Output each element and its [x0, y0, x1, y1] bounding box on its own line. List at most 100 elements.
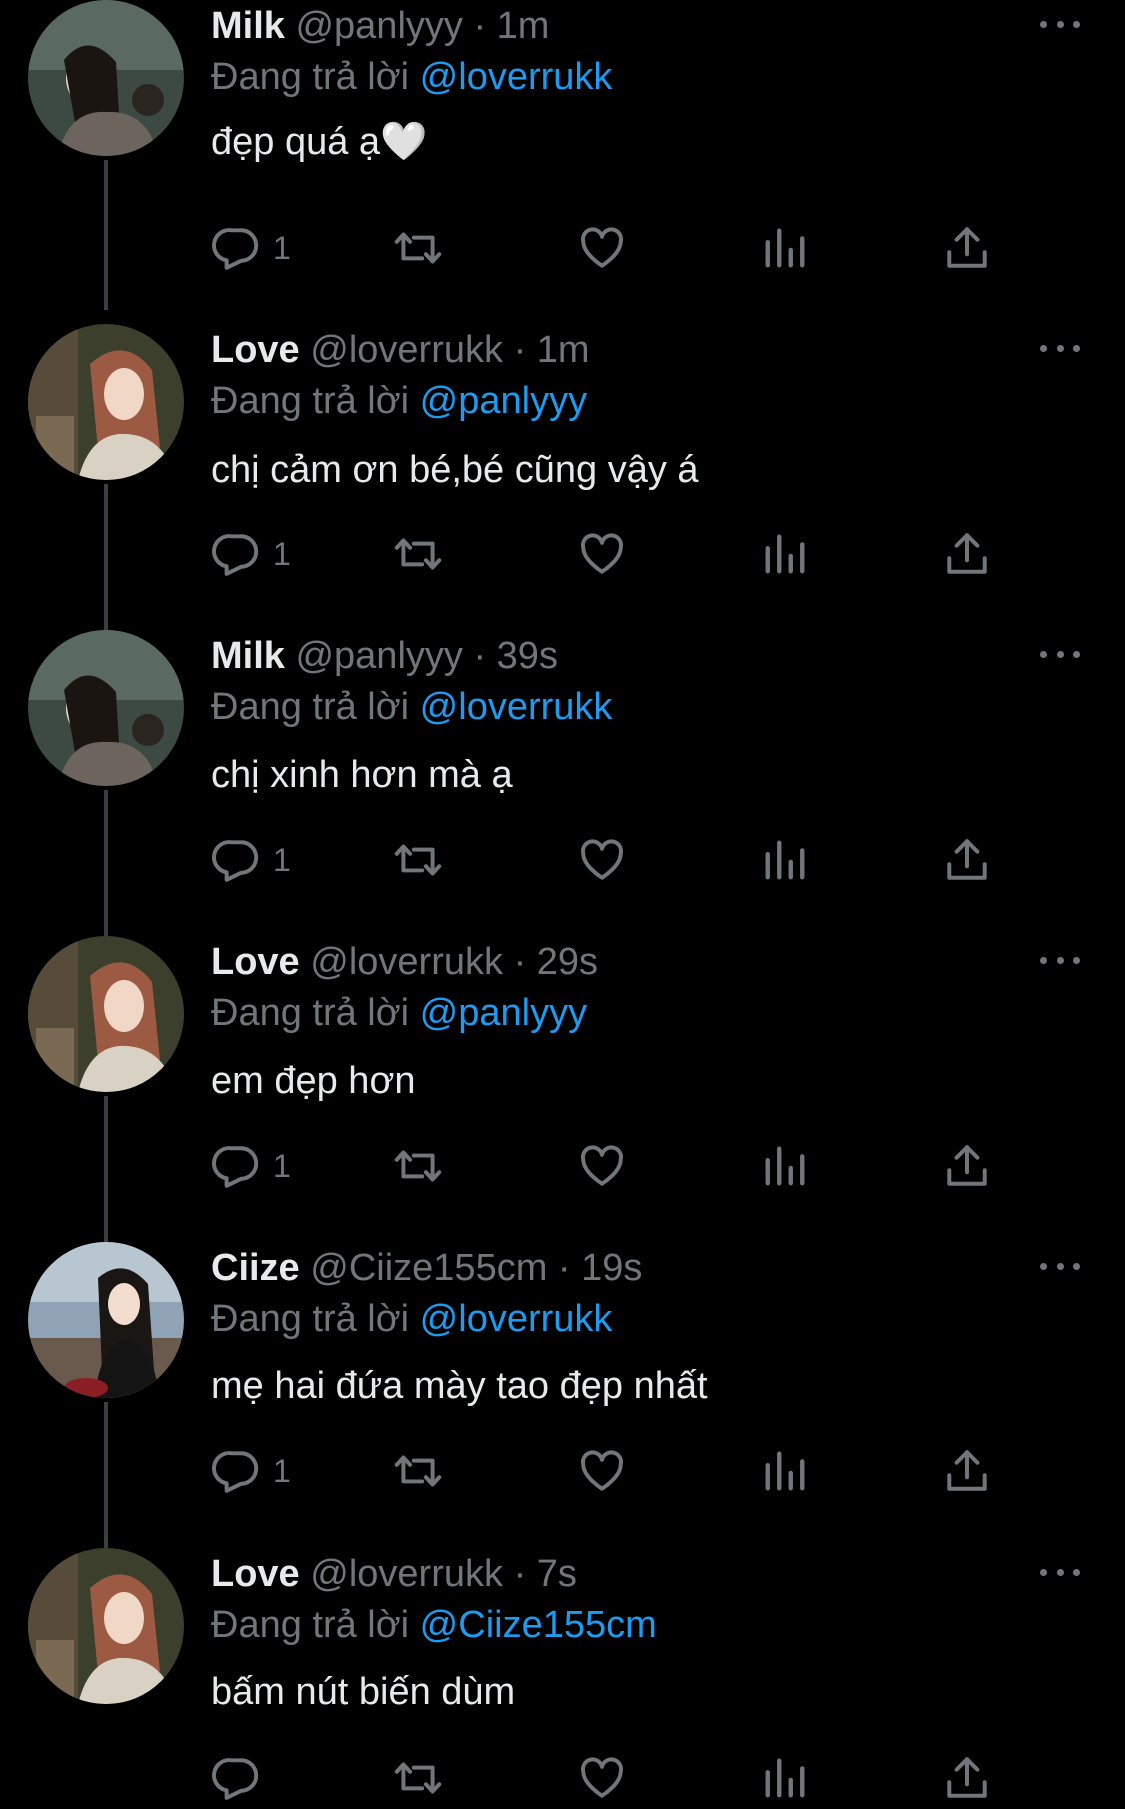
more-icon[interactable] [1040, 1256, 1080, 1276]
views-button[interactable] [762, 830, 808, 890]
retweet-button[interactable] [392, 1136, 444, 1196]
like-button[interactable] [577, 1136, 627, 1196]
display-name[interactable]: Love [211, 1553, 300, 1595]
separator-dot: · [513, 1553, 527, 1595]
like-button[interactable] [577, 524, 627, 584]
tweet-header: Love @loverrukk · 29s [211, 938, 598, 986]
reply-button[interactable]: 1 [211, 1441, 291, 1501]
heart-icon [581, 227, 623, 268]
more-icon[interactable] [1040, 14, 1080, 34]
views-icon [765, 1146, 805, 1186]
reply-button[interactable]: 1 [211, 1136, 291, 1196]
display-name[interactable]: Milk [211, 635, 285, 677]
replying-to-label: Đang trả lời [211, 1298, 410, 1340]
retweet-button[interactable] [392, 1441, 444, 1501]
like-button[interactable] [577, 1441, 627, 1501]
reply-button[interactable] [211, 1748, 273, 1808]
heart-icon [581, 1757, 623, 1798]
reply-icon [212, 228, 259, 270]
replying-to-label: Đang trả lời [211, 1604, 410, 1646]
views-button[interactable] [762, 524, 808, 584]
share-icon [947, 1145, 987, 1186]
reply-button[interactable]: 1 [211, 218, 291, 278]
mention-link[interactable]: @loverrukk [420, 686, 613, 728]
user-handle[interactable]: @panlyyy [295, 5, 462, 47]
share-button[interactable] [942, 1136, 992, 1196]
views-button[interactable] [762, 218, 808, 278]
action-bar [0, 1748, 1125, 1808]
tweet[interactable]: Ciize @Ciize155cm · 19s Đang trả lời @lo… [0, 1242, 1125, 1552]
share-button[interactable] [942, 524, 992, 584]
avatar[interactable] [28, 324, 184, 480]
tweet-text: bấm nút biến dùm [211, 1671, 516, 1713]
avatar[interactable] [28, 1548, 184, 1704]
avatar[interactable] [28, 1242, 184, 1398]
reply-icon [212, 840, 259, 882]
share-button[interactable] [942, 1748, 992, 1808]
retweet-icon [394, 232, 442, 264]
views-button[interactable] [762, 1136, 808, 1196]
avatar[interactable] [28, 936, 184, 1092]
timestamp[interactable]: 19s [581, 1247, 642, 1289]
views-button[interactable] [762, 1748, 808, 1808]
retweet-button[interactable] [392, 524, 444, 584]
action-bar: 1 [0, 524, 1125, 584]
tweet-header: Milk @panlyyy · 39s [211, 632, 558, 680]
mention-link[interactable]: @panlyyy [420, 380, 587, 422]
reply-count: 1 [273, 230, 291, 266]
retweet-button[interactable] [392, 830, 444, 890]
retweet-icon [394, 844, 442, 876]
heart-icon [581, 533, 623, 574]
reply-icon [212, 534, 259, 576]
tweet[interactable]: Milk @panlyyy · 39s Đang trả lời @loverr… [0, 630, 1125, 940]
tweet-text: chị xinh hơn mà ạ [211, 754, 513, 796]
timestamp[interactable]: 39s [497, 635, 558, 677]
timestamp[interactable]: 1m [537, 329, 590, 371]
user-handle[interactable]: @Ciize155cm [310, 1247, 547, 1289]
heart-icon [581, 839, 623, 880]
views-button[interactable] [762, 1441, 808, 1501]
avatar[interactable] [28, 630, 184, 786]
more-icon[interactable] [1040, 644, 1080, 664]
views-icon [765, 228, 805, 268]
more-icon[interactable] [1040, 338, 1080, 358]
timestamp[interactable]: 29s [537, 941, 598, 983]
tweet[interactable]: Love @loverrukk · 1m Đang trả lời @panly… [0, 324, 1125, 634]
display-name[interactable]: Ciize [211, 1247, 300, 1289]
avatar-column [28, 324, 186, 634]
share-button[interactable] [942, 1441, 992, 1501]
tweet[interactable]: Love @loverrukk · 29s Đang trả lời @panl… [0, 936, 1125, 1246]
avatar[interactable] [28, 0, 184, 156]
retweet-icon [394, 1455, 442, 1487]
timestamp[interactable]: 7s [537, 1553, 577, 1595]
display-name[interactable]: Love [211, 329, 300, 371]
reply-count: 1 [273, 1453, 291, 1489]
like-button[interactable] [577, 830, 627, 890]
views-icon [765, 840, 805, 880]
reply-button[interactable]: 1 [211, 830, 291, 890]
timestamp[interactable]: 1m [497, 5, 550, 47]
like-button[interactable] [577, 218, 627, 278]
retweet-button[interactable] [392, 218, 444, 278]
retweet-button[interactable] [392, 1748, 444, 1808]
user-handle[interactable]: @loverrukk [310, 941, 503, 983]
display-name[interactable]: Love [211, 941, 300, 983]
user-handle[interactable]: @loverrukk [310, 329, 503, 371]
user-handle[interactable]: @panlyyy [295, 635, 462, 677]
more-icon[interactable] [1040, 950, 1080, 970]
avatar-column [28, 936, 186, 1246]
user-handle[interactable]: @loverrukk [310, 1553, 503, 1595]
display-name[interactable]: Milk [211, 5, 285, 47]
share-button[interactable] [942, 218, 992, 278]
like-button[interactable] [577, 1748, 627, 1808]
more-icon[interactable] [1040, 1562, 1080, 1582]
mention-link[interactable]: @loverrukk [420, 56, 613, 98]
share-button[interactable] [942, 830, 992, 890]
reply-button[interactable]: 1 [211, 524, 291, 584]
tweet[interactable]: Milk @panlyyy · 1m Đang trả lời @loverru… [0, 0, 1125, 310]
mention-link[interactable]: @panlyyy [420, 992, 587, 1034]
mention-link[interactable]: @loverrukk [420, 1298, 613, 1340]
tweet[interactable]: Love @loverrukk · 7s Đang trả lời @Ciize… [0, 1548, 1125, 1809]
separator-dot: · [557, 1247, 571, 1289]
mention-link[interactable]: @Ciize155cm [420, 1604, 657, 1646]
